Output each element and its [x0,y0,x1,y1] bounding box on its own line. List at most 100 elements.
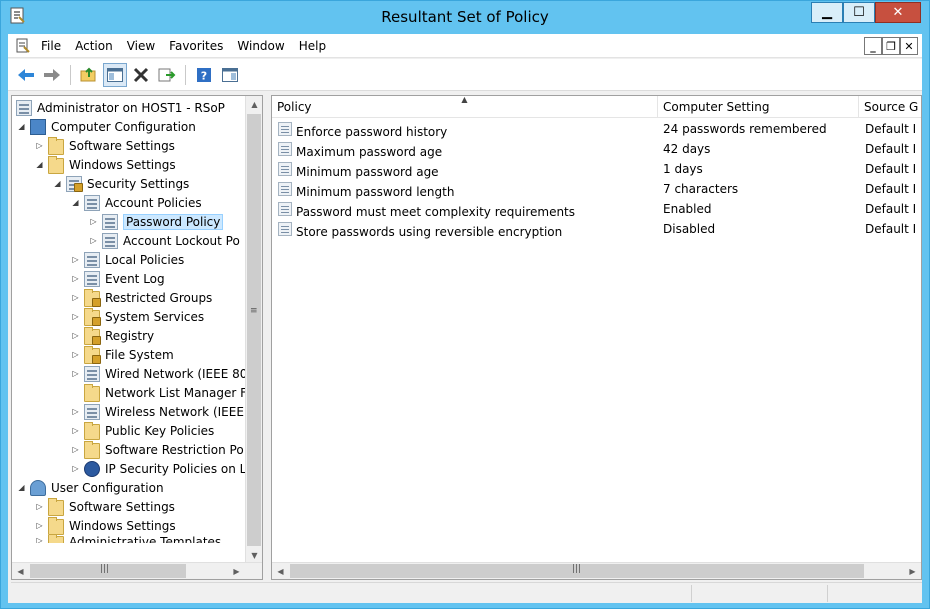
collapsed-arrow-icon[interactable]: ▷ [70,273,81,284]
collapsed-arrow-icon[interactable]: ▷ [70,444,81,455]
mdi-restore-button[interactable]: ❐ [882,37,900,55]
tree-registry[interactable]: ▷ Registry [70,326,154,345]
source-gpo-value: Default I [865,202,917,216]
tree-file-system[interactable]: ▷ File System [70,345,174,364]
policy-icon [84,194,100,211]
tree-administrative-templates[interactable]: ▷ Administrative Templates [34,535,221,543]
expanded-arrow-icon[interactable]: ◢ [52,178,63,189]
maximize-button[interactable]: ☐ [843,2,875,23]
collapsed-arrow-icon[interactable]: ▷ [88,235,99,246]
folder-icon [48,535,64,543]
export-list-button[interactable] [155,63,179,87]
forward-button[interactable] [40,63,64,87]
tree-windows-settings[interactable]: ◢ Windows Settings [34,155,176,174]
minimize-button[interactable]: ▁ [811,2,843,23]
console-tree-pane[interactable]: Administrator on HOST1 - RSoP ◢ Computer… [11,95,263,580]
tree-scroll-thumb[interactable] [247,114,261,546]
tree-restricted-groups[interactable]: ▷ Restricted Groups [70,288,212,307]
computer-setting-value: Disabled [663,222,716,236]
tree-wired-network[interactable]: ▷ Wired Network (IEEE 80 [70,364,247,383]
collapsed-arrow-icon[interactable]: ▷ [70,292,81,303]
tree-password-policy[interactable]: ▷ Password Policy [88,212,224,231]
column-header-policy[interactable]: ▲ Policy [272,96,658,118]
tree-software-settings[interactable]: ▷ Software Settings [34,136,175,155]
table-row[interactable]: Minimum password age 1 days Default I [272,160,921,180]
tree-ip-security-policies[interactable]: ▷ IP Security Policies on L [70,459,246,478]
tree-user-configuration[interactable]: ◢ User Configuration [16,478,164,497]
scroll-up-arrow-icon[interactable]: ▲ [246,96,262,113]
toolbar-separator-2 [185,64,186,85]
mdi-close-button[interactable]: ✕ [900,37,918,55]
show-hide-console-tree-button[interactable] [103,62,127,87]
collapsed-arrow-icon[interactable]: ▷ [70,406,81,417]
table-row[interactable]: Enforce password history 24 passwords re… [272,120,921,140]
menu-help[interactable]: Help [292,36,333,56]
tree-user-software-settings[interactable]: ▷ Software Settings [34,497,175,516]
collapsed-arrow-icon[interactable]: ▷ [34,535,45,543]
column-header-computer-setting[interactable]: Computer Setting [658,96,859,118]
collapsed-arrow-icon[interactable]: ▷ [70,368,81,379]
collapsed-arrow-icon[interactable]: ▷ [34,520,45,531]
collapsed-arrow-icon[interactable]: ▷ [70,330,81,341]
table-row[interactable]: Maximum password age 42 days Default I [272,140,921,160]
tree-public-key-policies[interactable]: ▷ Public Key Policies [70,421,214,440]
tree-local-policies[interactable]: ▷ Local Policies [70,250,184,269]
expanded-arrow-icon[interactable]: ◢ [16,482,27,493]
column-header-source-gpo[interactable]: Source G [859,96,921,118]
tree-vertical-scrollbar[interactable]: ▲ ≡ ▼ [245,96,262,564]
menu-favorites[interactable]: Favorites [162,36,230,56]
show-hide-action-pane-button[interactable] [218,63,242,87]
collapsed-arrow-icon[interactable]: ▷ [70,463,81,474]
collapsed-arrow-icon[interactable]: ▷ [88,216,99,227]
tree-root-label: Administrator on HOST1 - RSoP [37,100,225,115]
collapsed-arrow-icon[interactable]: ▷ [70,349,81,360]
system-menu-icon[interactable] [12,36,34,56]
collapsed-arrow-icon[interactable]: ▷ [34,140,45,151]
tree-security-settings[interactable]: ◢ Security Settings [52,174,189,193]
table-row[interactable]: Store passwords using reversible encrypt… [272,220,921,240]
results-pane[interactable]: ▲ Policy Computer Setting Source G Enfor… [271,95,922,580]
list-horizontal-scrollbar[interactable]: ◀ ||| ▶ [272,562,921,579]
mdi-minimize-button[interactable]: _ [864,37,882,55]
menu-file[interactable]: File [34,36,68,56]
menu-view[interactable]: View [120,36,162,56]
tree-user-windows-settings[interactable]: ▷ Windows Settings [34,516,176,535]
console-tree-icon [107,67,123,82]
toolbar: ? [8,59,922,91]
scroll-right-arrow-icon[interactable]: ▶ [228,563,245,579]
collapsed-arrow-icon[interactable]: ▷ [70,254,81,265]
tree-horizontal-scrollbar[interactable]: ◀ ||| ▶ [12,562,262,579]
tree-computer-configuration[interactable]: ◢ Computer Configuration [16,117,196,136]
tree-network-list-manager[interactable]: Network List Manager F [84,383,247,402]
scroll-left-arrow-icon[interactable]: ◀ [272,563,289,579]
menu-action[interactable]: Action [68,36,120,56]
up-one-level-button[interactable] [77,63,101,87]
tree-account-lockout-policy[interactable]: ▷ Account Lockout Po [88,231,240,250]
delete-button[interactable] [129,63,153,87]
collapsed-arrow-icon[interactable]: ▷ [70,425,81,436]
folder-icon [84,383,100,402]
expanded-arrow-icon[interactable]: ◢ [34,159,45,170]
tree-account-policies[interactable]: ◢ Account Policies [70,193,202,212]
users-icon [30,479,46,496]
back-button[interactable] [14,63,38,87]
menu-window[interactable]: Window [230,36,291,56]
expanded-arrow-icon[interactable]: ◢ [70,197,81,208]
scroll-right-arrow-icon[interactable]: ▶ [904,563,921,579]
close-button[interactable]: ✕ [875,2,921,23]
status-segment [691,585,827,602]
help-button[interactable]: ? [192,63,216,87]
tree-software-restriction[interactable]: ▷ Software Restriction Po [70,440,244,459]
tree-root[interactable]: Administrator on HOST1 - RSoP [16,98,225,117]
tree-system-services[interactable]: ▷ System Services [70,307,204,326]
expanded-arrow-icon[interactable]: ◢ [16,121,27,132]
tree-label: Event Log [105,271,165,286]
title-bar[interactable]: Resultant Set of Policy ▁ ☐ ✕ [1,1,929,34]
table-row[interactable]: Password must meet complexity requiremen… [272,200,921,220]
table-row[interactable]: Minimum password length 7 characters Def… [272,180,921,200]
collapsed-arrow-icon[interactable]: ▷ [34,501,45,512]
tree-wireless-network[interactable]: ▷ Wireless Network (IEEE [70,402,244,421]
tree-event-log[interactable]: ▷ Event Log [70,269,165,288]
collapsed-arrow-icon[interactable]: ▷ [70,311,81,322]
scroll-left-arrow-icon[interactable]: ◀ [12,563,29,579]
